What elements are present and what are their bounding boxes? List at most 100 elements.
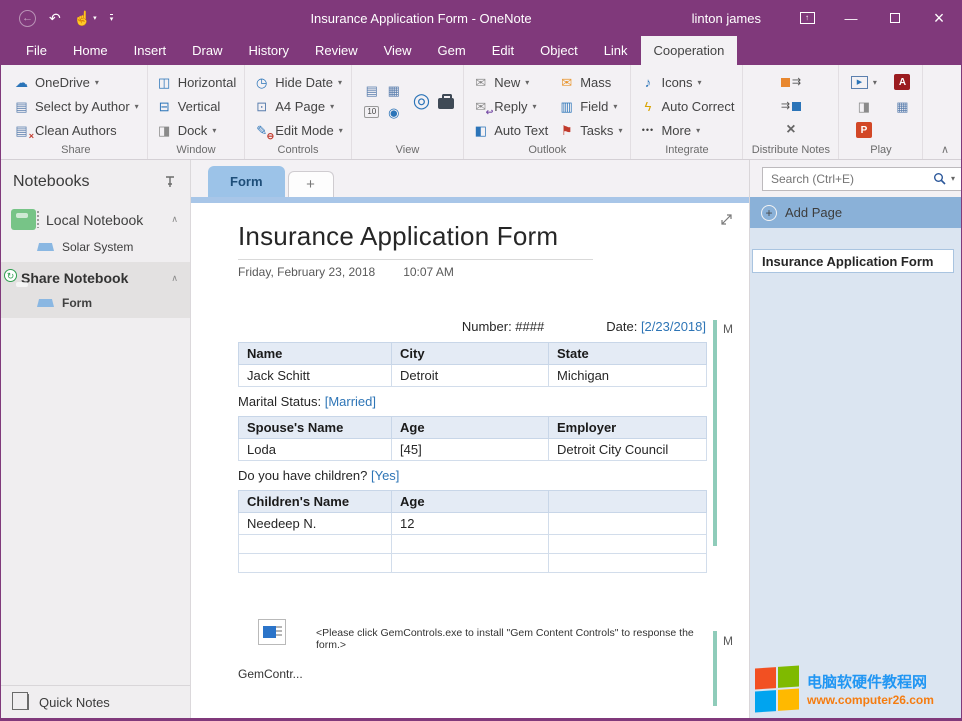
table-cell[interactable]: [549, 535, 707, 554]
sidebar-section-solar-system[interactable]: Solar System: [1, 236, 190, 262]
table-header-cell[interactable]: Name: [239, 343, 392, 365]
presenter-button[interactable]: ▶ ▾: [848, 70, 880, 94]
table-cell[interactable]: Needeep N.: [239, 513, 392, 535]
dock-button[interactable]: ◨ Dock ▾: [153, 118, 240, 142]
a4-page-button[interactable]: ⊡ A4 Page ▾: [250, 94, 346, 118]
target-control-icon[interactable]: ◎: [413, 91, 430, 111]
children-question-control[interactable]: [Yes]: [371, 468, 399, 483]
undo-icon[interactable]: ↶: [49, 11, 61, 25]
table-cell[interactable]: 12: [392, 513, 549, 535]
distribute-notes-button[interactable]: ⇉: [778, 70, 804, 94]
signed-in-user[interactable]: linton james: [668, 11, 785, 26]
reply-button[interactable]: ✉↩ Reply ▾: [469, 94, 551, 118]
tab-history[interactable]: History: [236, 36, 302, 65]
touch-mouse-mode-button[interactable]: ☝ ▾: [74, 11, 97, 25]
new-mail-button[interactable]: ✉ New ▾: [469, 70, 551, 94]
table-header-cell[interactable]: Age: [392, 491, 549, 513]
more-button[interactable]: ••• More ▾: [636, 118, 737, 142]
table-header-cell[interactable]: Employer: [549, 417, 707, 439]
age-content-control[interactable]: [45]: [392, 439, 549, 461]
table-header-cell[interactable]: Children's Name: [239, 491, 392, 513]
table-cell[interactable]: [239, 535, 392, 554]
close-button[interactable]: ×: [917, 0, 961, 36]
marital-status-control[interactable]: [Married]: [325, 394, 376, 409]
table-cell[interactable]: [239, 554, 392, 573]
page-canvas[interactable]: Insurance Application Form Friday, Febru…: [191, 203, 749, 718]
minimize-button[interactable]: —: [829, 0, 873, 36]
back-icon[interactable]: ←: [19, 10, 36, 27]
table-cell[interactable]: [392, 535, 549, 554]
search-box[interactable]: ▾: [762, 167, 962, 191]
page-list-item[interactable]: Insurance Application Form: [752, 249, 954, 273]
table-cell[interactable]: Loda: [239, 439, 392, 461]
tab-gem[interactable]: Gem: [425, 36, 479, 65]
table-header-cell[interactable]: State: [549, 343, 707, 365]
tab-file[interactable]: File: [13, 36, 60, 65]
maximize-button[interactable]: [873, 0, 917, 36]
tab-view[interactable]: View: [371, 36, 425, 65]
page-title[interactable]: Insurance Application Form: [238, 221, 749, 252]
date-picker-control-icon[interactable]: ▦: [385, 84, 402, 97]
list-content-control-icon[interactable]: ▤: [363, 84, 380, 97]
gemcontrols-attachment-icon[interactable]: [258, 619, 286, 645]
date-content-control[interactable]: [2/23/2018]: [641, 319, 706, 334]
field-button[interactable]: ▥ Field ▾: [555, 94, 625, 118]
horizontal-button[interactable]: ◫ Horizontal: [153, 70, 240, 94]
section-tab-form[interactable]: Form: [208, 166, 285, 197]
briefcase-icon[interactable]: [438, 98, 454, 109]
tab-review[interactable]: Review: [302, 36, 371, 65]
pin-icon[interactable]: [164, 176, 176, 188]
number-field[interactable]: Number: ####: [462, 319, 544, 334]
table-header-cell[interactable]: [549, 491, 707, 513]
ribbon-display-options-button[interactable]: ↑: [785, 0, 829, 36]
tab-insert[interactable]: Insert: [121, 36, 180, 65]
mass-mail-button[interactable]: ✉ Mass: [555, 70, 625, 94]
tab-link[interactable]: Link: [591, 36, 641, 65]
clean-authors-button[interactable]: ▤× Clean Authors: [10, 118, 142, 142]
export-powerpoint-button[interactable]: P: [853, 118, 875, 142]
add-page-button[interactable]: + Add Page: [750, 197, 961, 228]
vertical-button[interactable]: ⊟ Vertical: [153, 94, 240, 118]
full-page-view-icon[interactable]: [720, 213, 733, 229]
edit-mode-button[interactable]: ✎⊖ Edit Mode ▾: [250, 118, 346, 142]
scanner-button[interactable]: ◨: [852, 94, 875, 118]
table-cell[interactable]: [549, 513, 707, 535]
collect-notes-button[interactable]: ⇉: [778, 94, 804, 118]
new-section-button[interactable]: +: [288, 171, 334, 197]
onedrive-button[interactable]: ☁ OneDrive ▾: [10, 70, 142, 94]
tab-object[interactable]: Object: [527, 36, 591, 65]
tab-cooperation[interactable]: Cooperation: [641, 36, 738, 65]
cancel-distribute-button[interactable]: ×: [783, 118, 798, 142]
tab-draw[interactable]: Draw: [179, 36, 235, 65]
tab-edit[interactable]: Edit: [479, 36, 527, 65]
sidebar-item-share-notebook[interactable]: ↻ Share Notebook ∧: [1, 262, 190, 292]
table-header-cell[interactable]: Age: [392, 417, 549, 439]
table-cell[interactable]: [549, 554, 707, 573]
table-header-cell[interactable]: Spouse's Name: [239, 417, 392, 439]
select-by-author-button[interactable]: ▤ Select by Author ▾: [10, 94, 142, 118]
web-table-button[interactable]: ▦: [891, 94, 914, 118]
table-cell[interactable]: [392, 554, 549, 573]
radio-control-icon[interactable]: ◉: [385, 106, 402, 119]
search-icon[interactable]: [933, 172, 946, 185]
hide-date-button[interactable]: ◷ Hide Date ▾: [250, 70, 346, 94]
auto-correct-button[interactable]: ϟ Auto Correct: [636, 94, 737, 118]
chevron-up-icon[interactable]: ∧: [171, 214, 178, 225]
auto-text-button[interactable]: ◧ Auto Text: [469, 118, 551, 142]
chevron-up-icon[interactable]: ∧: [171, 273, 178, 284]
table-cell[interactable]: Detroit: [392, 365, 549, 387]
customize-qat-icon[interactable]: ▾: [110, 14, 114, 23]
number-control-icon[interactable]: 10: [364, 106, 379, 118]
sidebar-item-local-notebook[interactable]: Local Notebook ∧: [1, 201, 190, 236]
icons-button[interactable]: ♪ Icons ▾: [636, 70, 737, 94]
attachment-filename[interactable]: GemContr...: [238, 667, 749, 681]
table-cell[interactable]: Michigan: [549, 365, 707, 387]
sidebar-section-form[interactable]: Form: [1, 292, 190, 318]
tasks-button[interactable]: ⚑ Tasks ▾: [555, 118, 625, 142]
table-header-cell[interactable]: City: [392, 343, 549, 365]
table-cell[interactable]: Detroit City Council: [549, 439, 707, 461]
search-input[interactable]: [769, 171, 928, 187]
tab-home[interactable]: Home: [60, 36, 121, 65]
search-scope-caret-icon[interactable]: ▾: [951, 174, 955, 183]
table-cell[interactable]: Jack Schitt: [239, 365, 392, 387]
